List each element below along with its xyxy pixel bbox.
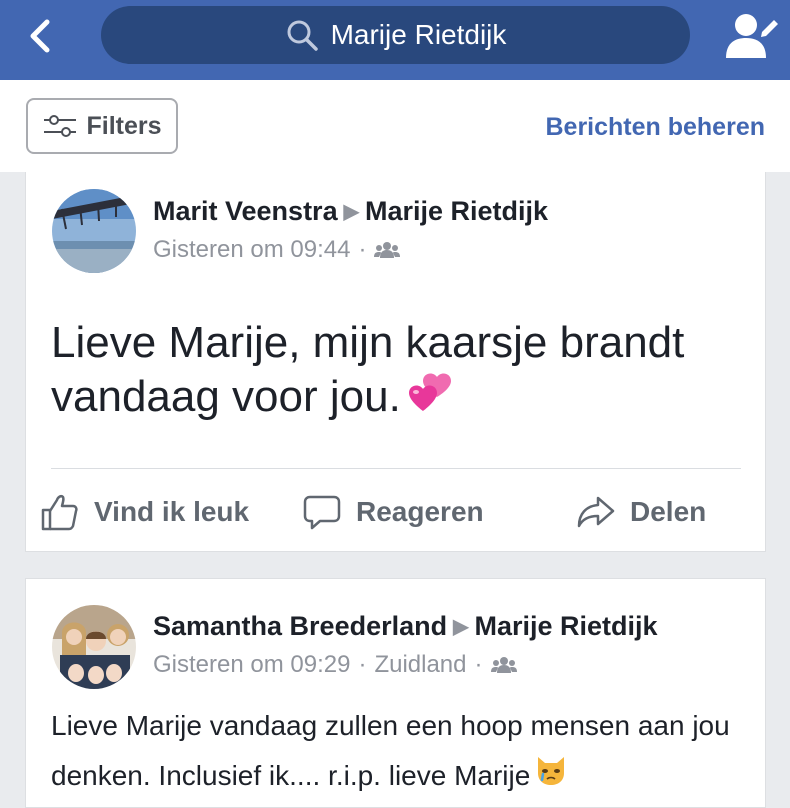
back-button[interactable] bbox=[22, 16, 58, 56]
meta-separator: · bbox=[474, 651, 483, 678]
divider bbox=[51, 468, 741, 469]
post-author-line: Samantha Breederland ▶ Marije Rietdijk bbox=[153, 611, 658, 642]
share-button[interactable]: Delen bbox=[576, 484, 706, 540]
filters-button[interactable]: Filters bbox=[26, 98, 178, 154]
comment-label: Reageren bbox=[356, 496, 484, 527]
like-button[interactable]: Vind ik leuk bbox=[40, 484, 249, 540]
filters-label: Filters bbox=[86, 111, 162, 140]
target-name[interactable]: Marije Rietdijk bbox=[365, 196, 548, 226]
chevron-left-icon bbox=[30, 19, 50, 53]
two-hearts-emoji-icon bbox=[407, 371, 455, 428]
post-card: Samantha Breederland ▶ Marije Rietdijk Gis… bbox=[25, 578, 766, 808]
like-label: Vind ik leuk bbox=[94, 496, 250, 527]
share-label: Delen bbox=[630, 496, 707, 527]
thumbs-up-icon bbox=[41, 494, 78, 531]
meta-separator: · bbox=[358, 236, 367, 263]
sliders-icon bbox=[44, 115, 77, 137]
crying-cat-emoji-icon bbox=[534, 753, 568, 803]
post-author-line: Marit Veenstra ▶ Marije Rietdijk bbox=[153, 196, 548, 227]
post-meta: Gisteren om 09:44 · bbox=[153, 236, 401, 264]
filter-bar: Filters Berichten beheren bbox=[0, 80, 790, 172]
comment-bubble-icon bbox=[303, 495, 341, 530]
post-actions: Vind ik leuk Reageren Delen bbox=[26, 484, 767, 540]
post-timestamp[interactable]: Gisteren om 09:44 bbox=[153, 236, 350, 264]
post-timestamp[interactable]: Gisteren om 09:29 bbox=[153, 651, 350, 679]
target-name[interactable]: Marije Rietdijk bbox=[475, 611, 658, 641]
post-meta: Gisteren om 09:29 · Zuidland · bbox=[153, 651, 517, 679]
person-edit-icon bbox=[726, 14, 778, 58]
post-body: Lieve Marije, mijn kaarsje brandt vandaa… bbox=[51, 318, 685, 421]
meta-separator: · bbox=[358, 651, 367, 678]
post-text: Lieve Marije vandaag zullen een hoop men… bbox=[51, 701, 751, 803]
friends-icon bbox=[490, 656, 517, 674]
profile-edit-button[interactable] bbox=[722, 8, 780, 66]
manage-posts-link[interactable]: Berichten beheren bbox=[545, 113, 765, 142]
author-name[interactable]: Marit Veenstra bbox=[153, 196, 338, 226]
post-card: Marit Veenstra ▶ Marije Rietdijk Gisteren … bbox=[25, 172, 766, 552]
friends-icon bbox=[374, 241, 401, 259]
search-input[interactable]: Marije Rietdijk bbox=[101, 6, 690, 64]
top-navigation-bar: Marije Rietdijk bbox=[0, 0, 790, 80]
avatar[interactable] bbox=[52, 189, 136, 273]
arrow-right-icon: ▶ bbox=[343, 201, 359, 223]
arrow-right-icon: ▶ bbox=[453, 616, 469, 638]
post-location[interactable]: Zuidland bbox=[374, 651, 466, 679]
search-query-text: Marije Rietdijk bbox=[330, 19, 507, 50]
share-arrow-icon bbox=[577, 496, 615, 528]
author-name[interactable]: Samantha Breederland bbox=[153, 611, 447, 641]
avatar[interactable] bbox=[52, 605, 136, 689]
post-body: Lieve Marije vandaag zullen een hoop men… bbox=[51, 710, 730, 791]
search-icon bbox=[285, 18, 319, 52]
post-text: Lieve Marije, mijn kaarsje brandt vandaa… bbox=[51, 316, 741, 428]
comment-button[interactable]: Reageren bbox=[302, 484, 484, 540]
